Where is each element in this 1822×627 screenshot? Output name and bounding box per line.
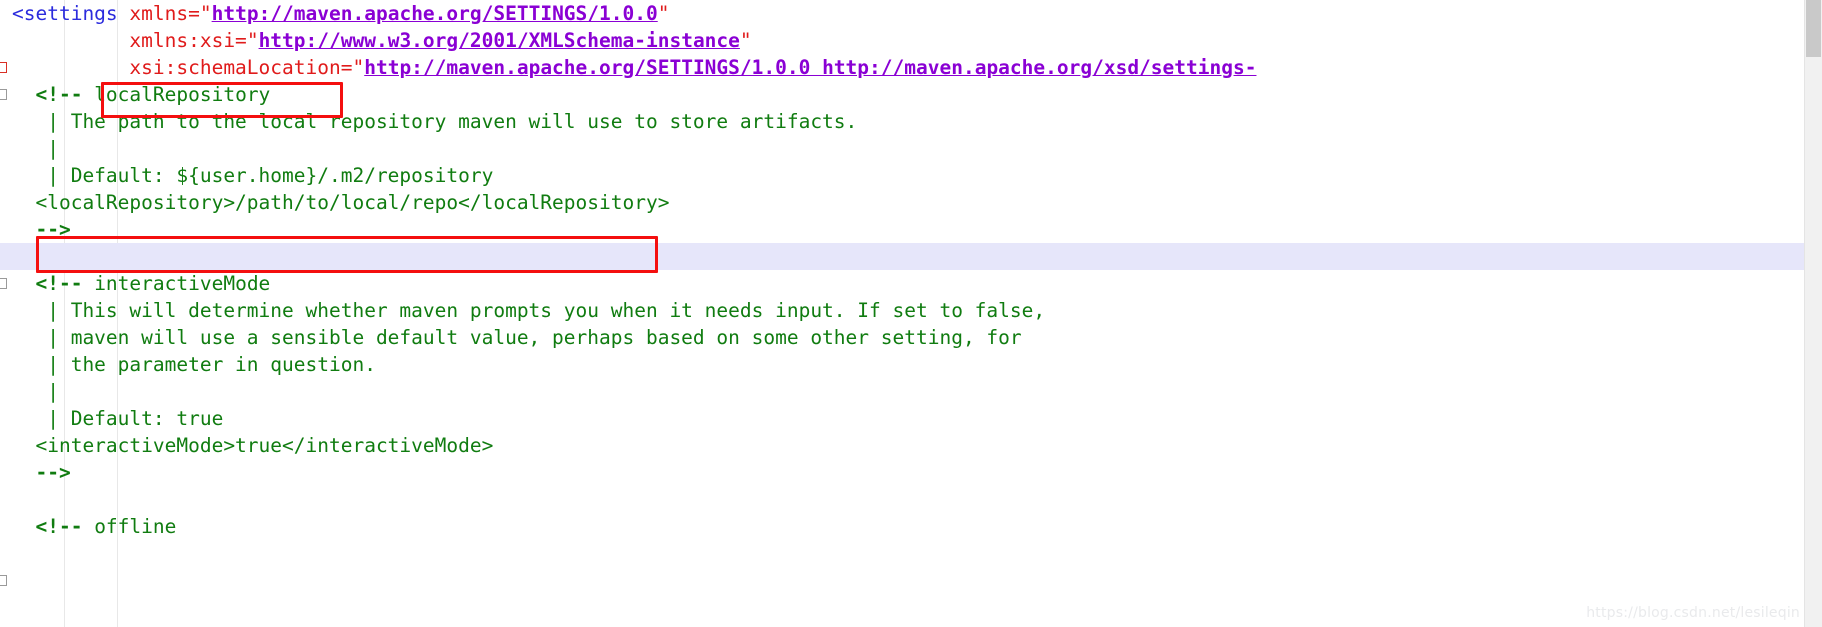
code-token: " (657, 2, 670, 25)
code-line[interactable]: xmlns:xsi="http://www.w3.org/2001/XMLSch… (0, 27, 1822, 54)
code-token: " (199, 2, 212, 25)
code-line[interactable]: | Default: true (0, 405, 1822, 432)
code-line[interactable]: | Default: ${user.home}/.m2/repository (0, 162, 1822, 189)
code-editor[interactable]: <settings xmlns="http://maven.apache.org… (0, 0, 1822, 627)
code-line[interactable]: | (0, 135, 1822, 162)
code-token: | the parameter in question. (12, 353, 376, 376)
code-line[interactable]: <!-- localRepository (0, 81, 1822, 108)
code-token: xmlns= (129, 2, 200, 25)
code-token: <!-- (35, 83, 83, 106)
code-token: | Default: true (12, 407, 224, 430)
code-line[interactable]: | the parameter in question. (0, 351, 1822, 378)
code-token: xmlns:xsi= (12, 29, 247, 52)
code-token: | (12, 380, 59, 403)
url-link[interactable]: http://maven.apache.org/SETTINGS/1.0.0 (212, 2, 658, 25)
code-content[interactable]: <settings xmlns="http://maven.apache.org… (0, 0, 1822, 540)
code-token: <!-- (35, 515, 83, 538)
code-token: <settings (12, 2, 130, 25)
code-token: <interactiveMode>true</interactiveMode> (12, 434, 494, 457)
code-line[interactable] (0, 486, 1822, 513)
code-line[interactable]: --> (0, 216, 1822, 243)
code-token: --> (35, 461, 71, 484)
code-token: <!-- (35, 272, 83, 295)
watermark: https://blog.csdn.net/lesileqin (1586, 605, 1800, 621)
code-line[interactable]: <!-- interactiveMode (0, 270, 1822, 297)
code-token: " (352, 56, 365, 79)
code-token: " (739, 29, 752, 52)
code-line[interactable]: | The path to the local repository maven… (0, 108, 1822, 135)
code-line[interactable] (0, 243, 1822, 270)
code-line[interactable]: <localRepository>/path/to/local/repo</lo… (0, 189, 1822, 216)
code-line[interactable]: | This will determine whether maven prom… (0, 297, 1822, 324)
code-token: " (246, 29, 259, 52)
code-token: | Default: ${user.home}/.m2/repository (12, 164, 494, 187)
code-token: xsi:schemaLocation= (12, 56, 353, 79)
code-line[interactable]: <settings xmlns="http://maven.apache.org… (0, 0, 1822, 27)
code-token: <localRepository>/path/to/local/repo</lo… (12, 191, 670, 214)
code-line[interactable]: xsi:schemaLocation="http://maven.apache.… (0, 54, 1822, 81)
code-line[interactable]: | maven will use a sensible default valu… (0, 324, 1822, 351)
code-token: --> (35, 218, 71, 241)
code-token: | This will determine whether maven prom… (12, 299, 1046, 322)
url-link[interactable]: http://maven.apache.org/SETTINGS/1.0.0 h… (364, 56, 1256, 79)
code-line[interactable]: | (0, 378, 1822, 405)
code-token: | The path to the local repository maven… (12, 110, 858, 133)
code-token: | maven will use a sensible default valu… (12, 326, 1022, 349)
code-line[interactable]: <!-- offline (0, 513, 1822, 540)
vertical-scrollbar[interactable] (1804, 0, 1822, 627)
code-token: | (12, 137, 59, 160)
code-token: localRepository (82, 83, 271, 106)
code-line[interactable]: --> (0, 459, 1822, 486)
scrollbar-thumb[interactable] (1806, 0, 1821, 57)
code-token: interactiveMode (82, 272, 271, 295)
code-line[interactable]: <interactiveMode>true</interactiveMode> (0, 432, 1822, 459)
code-token: offline (82, 515, 177, 538)
url-link[interactable]: http://www.w3.org/2001/XMLSchema-instanc… (259, 29, 740, 52)
fold-marker-icon[interactable] (0, 575, 7, 586)
